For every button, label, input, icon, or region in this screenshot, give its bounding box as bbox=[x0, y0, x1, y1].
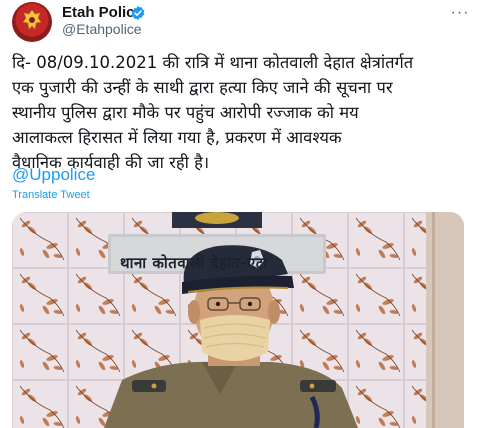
more-options-icon[interactable]: ··· bbox=[448, 4, 472, 24]
author-handle[interactable]: @Etahpolice bbox=[62, 21, 142, 37]
verified-badge-icon bbox=[131, 6, 145, 20]
tweet-text: दि- 08/09.10.2021 की रात्रि में थाना कोत… bbox=[12, 53, 414, 172]
tweet-media-image[interactable]: थाना कोतवाली देहात-एटा bbox=[12, 212, 464, 428]
translate-tweet-link[interactable]: Translate Tweet bbox=[12, 189, 90, 201]
mention-link[interactable]: @Uppolice bbox=[12, 165, 95, 185]
photo-scene bbox=[12, 212, 464, 428]
avatar[interactable] bbox=[12, 2, 52, 42]
police-emblem-icon bbox=[22, 9, 42, 30]
tweet: Etah Police @Etahpolice ··· दि- 08/09.10… bbox=[0, 0, 480, 428]
sign-board-text: थाना कोतवाली देहात-एटा bbox=[120, 254, 268, 272]
